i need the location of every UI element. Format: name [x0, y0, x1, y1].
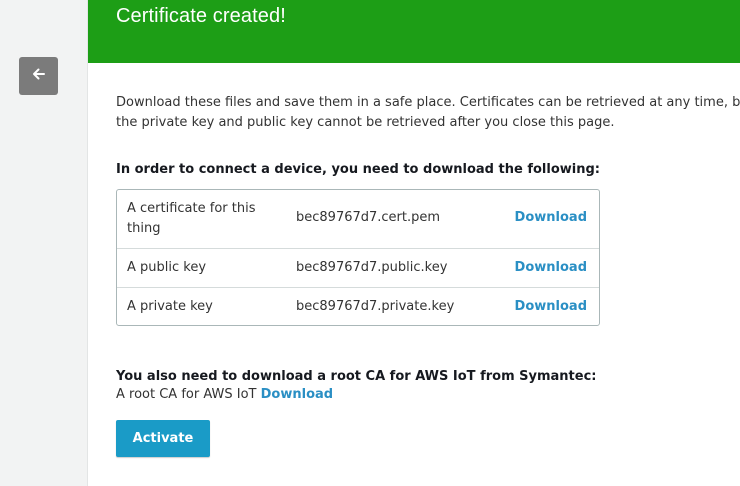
file-description: A private key: [127, 299, 213, 314]
files-table: A certificate for this thing bec89767d7.…: [116, 189, 600, 326]
download-cert-link[interactable]: Download: [515, 210, 587, 225]
file-description: A certificate for this thing: [127, 201, 256, 236]
page-title: Certificate created!: [116, 5, 286, 27]
table-row: A certificate for this thing bec89767d7.…: [117, 190, 599, 248]
file-name: bec89767d7.cert.pem: [296, 210, 441, 225]
file-description: A public key: [127, 260, 207, 275]
intro-text: Download these files and save them in a …: [116, 95, 740, 130]
file-name: bec89767d7.public.key: [296, 260, 448, 275]
download-private-key-link[interactable]: Download: [515, 299, 587, 314]
root-ca-heading: You also need to download a root CA for …: [116, 369, 597, 384]
left-rail: [0, 0, 88, 486]
back-button[interactable]: [19, 57, 58, 95]
root-ca-label: A root CA for AWS IoT: [116, 387, 257, 402]
activate-button[interactable]: Activate: [116, 420, 210, 457]
download-public-key-link[interactable]: Download: [515, 260, 587, 275]
table-row: A public key bec89767d7.public.key Downl…: [117, 248, 599, 287]
table-row: A private key bec89767d7.private.key Dow…: [117, 287, 599, 325]
root-ca-line: A root CA for AWS IoT Download: [116, 387, 333, 402]
files-heading: In order to connect a device, you need t…: [116, 162, 600, 177]
success-header: Certificate created!: [88, 0, 740, 63]
download-root-ca-link[interactable]: Download: [261, 387, 333, 402]
arrow-left-icon: [31, 66, 47, 86]
file-name: bec89767d7.private.key: [296, 299, 455, 314]
